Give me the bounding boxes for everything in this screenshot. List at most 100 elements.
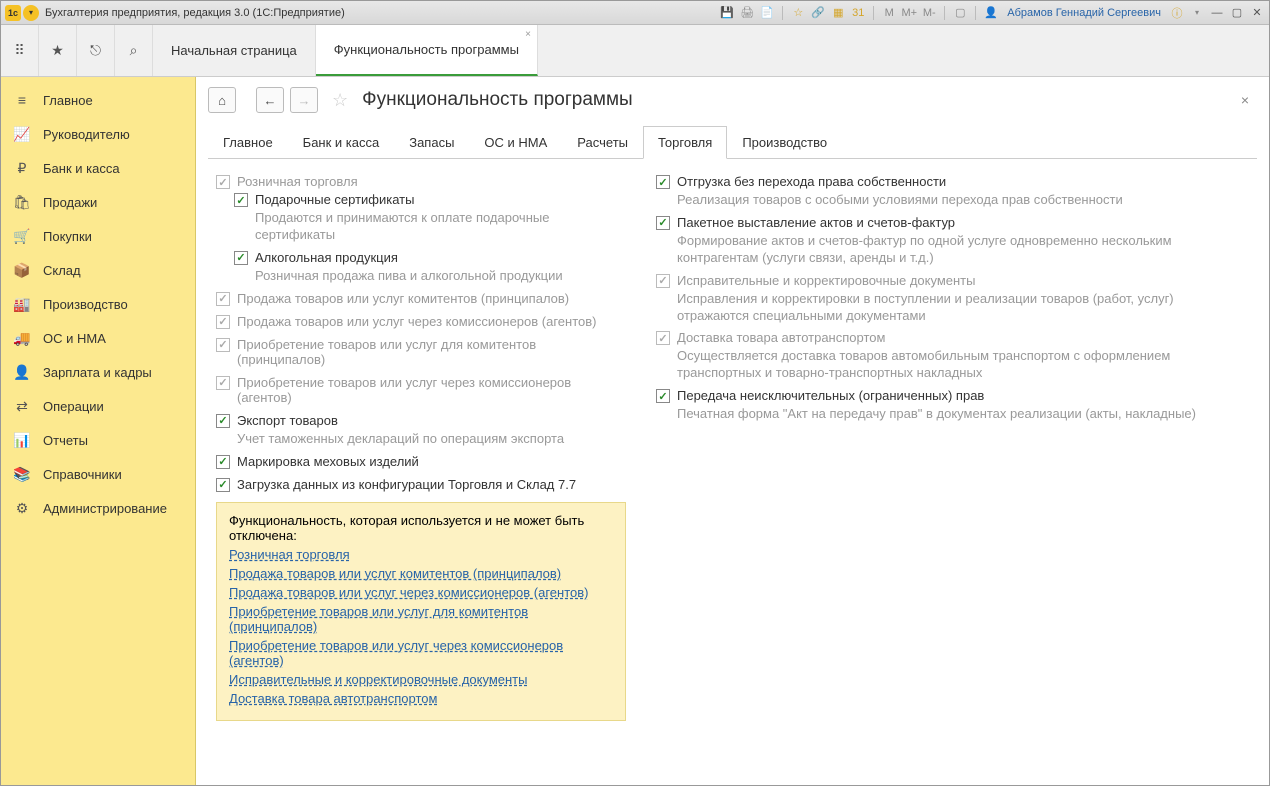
subtab-stock[interactable]: Запасы bbox=[394, 126, 469, 159]
label-agent-buy: Приобретение товаров или услуг через ком… bbox=[237, 375, 626, 405]
locked-link-1[interactable]: Продажа товаров или услуг комитентов (пр… bbox=[229, 566, 613, 581]
maximize-button[interactable]: ▢ bbox=[1229, 6, 1245, 20]
back-button[interactable]: ← bbox=[256, 87, 284, 113]
main-panel: ⌂ ← → ☆ Функциональность программы × Гла… bbox=[196, 77, 1269, 785]
sidebar-item-sales[interactable]: 🛍 Продажи bbox=[1, 185, 195, 219]
tab-start-page[interactable]: Начальная страница bbox=[153, 25, 316, 76]
checkbox-export[interactable] bbox=[216, 414, 230, 428]
locked-link-2[interactable]: Продажа товаров или услуг через комиссио… bbox=[229, 585, 613, 600]
sidebar-label: ОС и НМА bbox=[43, 331, 106, 346]
checkbox-komitent-sale bbox=[216, 292, 230, 306]
save-icon[interactable]: 💾 bbox=[719, 5, 735, 21]
star-icon[interactable]: ☆ bbox=[790, 5, 806, 21]
label-delivery: Доставка товара автотранспортом bbox=[677, 330, 885, 345]
label-load77: Загрузка данных из конфигурации Торговля… bbox=[237, 477, 576, 492]
favorite-star-icon[interactable]: ☆ bbox=[332, 90, 348, 111]
label-fur: Маркировка меховых изделий bbox=[237, 454, 419, 469]
sidebar-item-admin[interactable]: ⚙Администрирование bbox=[1, 491, 195, 525]
sidebar-item-production[interactable]: 🏭Производство bbox=[1, 287, 195, 321]
favorites-icon[interactable]: ★ bbox=[39, 25, 77, 76]
locked-link-6[interactable]: Доставка товара автотранспортом bbox=[229, 691, 613, 706]
person-icon: 👤 bbox=[13, 363, 31, 381]
page-title: Функциональность программы bbox=[362, 89, 633, 111]
checkbox-agent-buy bbox=[216, 376, 230, 390]
desc-batch: Формирование актов и счетов-фактур по од… bbox=[677, 233, 1249, 267]
sidebar-item-manager[interactable]: 📈Руководителю bbox=[1, 117, 195, 151]
subtab-assets[interactable]: ОС и НМА bbox=[469, 126, 562, 159]
sidebar-label: Продажи bbox=[43, 195, 97, 210]
sidebar-label: Справочники bbox=[43, 467, 122, 482]
home-button[interactable]: ⌂ bbox=[208, 87, 236, 113]
subtab-payments[interactable]: Расчеты bbox=[562, 126, 643, 159]
sidebar-item-operations[interactable]: ⇄Операции bbox=[1, 389, 195, 423]
locked-link-4[interactable]: Приобретение товаров или услуг через ком… bbox=[229, 638, 613, 668]
checkbox-rights[interactable] bbox=[656, 389, 670, 403]
page-close-button[interactable]: × bbox=[1233, 92, 1257, 108]
sidebar-item-assets[interactable]: 🚚 ОС и НМА bbox=[1, 321, 195, 355]
subtab-bank[interactable]: Банк и касса bbox=[288, 126, 395, 159]
label-gift: Подарочные сертификаты bbox=[255, 192, 414, 207]
info-dropdown-icon[interactable]: ▾ bbox=[1189, 5, 1205, 21]
user-name[interactable]: Абрамов Геннадий Сергеевич bbox=[1003, 7, 1165, 19]
checkbox-gift[interactable] bbox=[234, 193, 248, 207]
infobox-title: Функциональность, которая используется и… bbox=[229, 513, 613, 543]
subtab-trade[interactable]: Торговля bbox=[643, 126, 727, 159]
sidebar-label: Главное bbox=[43, 93, 93, 108]
bag-icon: 🛍 bbox=[13, 193, 31, 211]
print-icon[interactable]: 🖨 bbox=[739, 5, 755, 21]
doc-icon[interactable]: 📄 bbox=[759, 5, 775, 21]
subtab-production[interactable]: Производство bbox=[727, 126, 842, 159]
label-correct: Исправительные и корректировочные докуме… bbox=[677, 273, 975, 288]
label-alco: Алкогольная продукция bbox=[255, 250, 398, 265]
minimize-button[interactable]: — bbox=[1209, 6, 1225, 20]
m-plus-button[interactable]: M+ bbox=[901, 5, 917, 21]
sidebar-label: Администрирование bbox=[43, 501, 167, 516]
sidebar-label: Покупки bbox=[43, 229, 92, 244]
locked-link-3[interactable]: Приобретение товаров или услуг для комит… bbox=[229, 604, 613, 634]
tab-label: Функциональность программы bbox=[334, 42, 519, 57]
sidebar-item-catalogs[interactable]: 📚 Справочники bbox=[1, 457, 195, 491]
checkbox-fur[interactable] bbox=[216, 455, 230, 469]
sidebar-item-main[interactable]: ≡Главное bbox=[1, 83, 195, 117]
m-button[interactable]: M bbox=[881, 5, 897, 21]
sidebar-item-bank[interactable]: ₽Банк и касса bbox=[1, 151, 195, 185]
locked-link-5[interactable]: Исправительные и корректировочные докуме… bbox=[229, 672, 613, 687]
m-minus-button[interactable]: M- bbox=[921, 5, 937, 21]
sidebar-item-warehouse[interactable]: 📦 Склад bbox=[1, 253, 195, 287]
books-icon: 📚 bbox=[13, 465, 31, 483]
calc-icon[interactable]: ▦ bbox=[830, 5, 846, 21]
subtab-main[interactable]: Главное bbox=[208, 126, 288, 159]
box-icon: 📦 bbox=[13, 261, 31, 279]
panels-icon[interactable]: ▢ bbox=[952, 5, 968, 21]
app-menu-dropdown-icon[interactable]: ▾ bbox=[23, 5, 39, 21]
sidebar-label: Зарплата и кадры bbox=[43, 365, 152, 380]
calendar-icon[interactable]: 31 bbox=[850, 5, 866, 21]
sidebar-item-reports[interactable]: 📊Отчеты bbox=[1, 423, 195, 457]
chart-icon: 📈 bbox=[13, 125, 31, 143]
app-logo-icon: 1c bbox=[5, 5, 21, 21]
sidebar-item-hr[interactable]: 👤 Зарплата и кадры bbox=[1, 355, 195, 389]
truck-icon: 🚚 bbox=[13, 329, 31, 347]
history-icon[interactable]: ⎋ bbox=[77, 25, 115, 76]
forward-button[interactable]: → bbox=[290, 87, 318, 113]
checkbox-ship[interactable] bbox=[656, 175, 670, 189]
tab-close-icon[interactable]: × bbox=[525, 29, 531, 40]
desc-rights: Печатная форма "Акт на передачу прав" в … bbox=[677, 406, 1249, 423]
barchart-icon: 📊 bbox=[13, 431, 31, 449]
sidebar-label: Склад bbox=[43, 263, 81, 278]
checkbox-retail bbox=[216, 175, 230, 189]
swap-icon: ⇄ bbox=[13, 397, 31, 415]
link-icon[interactable]: 🔗 bbox=[810, 5, 826, 21]
info-icon[interactable]: ⓘ bbox=[1169, 5, 1185, 21]
checkbox-alco[interactable] bbox=[234, 251, 248, 265]
user-icon: 👤 bbox=[983, 5, 999, 21]
checkbox-batch[interactable] bbox=[656, 216, 670, 230]
locked-link-0[interactable]: Розничная торговля bbox=[229, 547, 613, 562]
sidebar-item-purchases[interactable]: 🛒Покупки bbox=[1, 219, 195, 253]
search-icon[interactable]: ⌕ bbox=[115, 25, 153, 76]
tab-functionality[interactable]: Функциональность программы × bbox=[316, 25, 538, 76]
checkbox-load77[interactable] bbox=[216, 478, 230, 492]
close-button[interactable]: ✕ bbox=[1249, 6, 1265, 20]
checkbox-agent-sale bbox=[216, 315, 230, 329]
apps-icon[interactable]: ⠿ bbox=[1, 25, 39, 76]
